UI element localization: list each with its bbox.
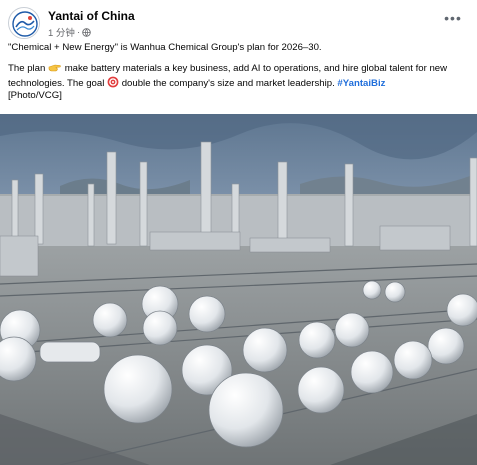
photo-credit: [Photo/VCG] [8, 89, 62, 101]
hashtag-link[interactable]: #YantaiBiz [337, 78, 385, 89]
post-meta: 1 分钟 · [48, 25, 91, 39]
more-options-icon: ••• [444, 10, 462, 26]
body-part-3: double the company's size and market lea… [121, 77, 335, 89]
post-header: Yantai of China 1 分钟 · ••• [8, 6, 469, 42]
pointing-hand-icon [48, 64, 61, 72]
post-time[interactable]: 1 分钟 [48, 25, 75, 39]
post-text: "Chemical + New Energy" is Wanhua Chemic… [8, 42, 469, 102]
post-photo[interactable] [0, 114, 477, 465]
globe-icon [82, 27, 91, 37]
meta-separator: · [76, 26, 81, 38]
page-name[interactable]: Yantai of China [48, 9, 135, 23]
post-body: The plan make battery materials a key bu… [8, 61, 469, 102]
facebook-post: Yantai of China 1 分钟 · ••• "Chemical + N… [0, 0, 477, 465]
yantai-logo-icon [10, 9, 39, 38]
page-avatar[interactable] [8, 7, 40, 39]
target-icon [107, 76, 119, 87]
more-options-button[interactable]: ••• [441, 8, 465, 28]
body-part-1: The plan [8, 63, 46, 75]
post-headline: "Chemical + New Energy" is Wanhua Chemic… [8, 42, 322, 53]
